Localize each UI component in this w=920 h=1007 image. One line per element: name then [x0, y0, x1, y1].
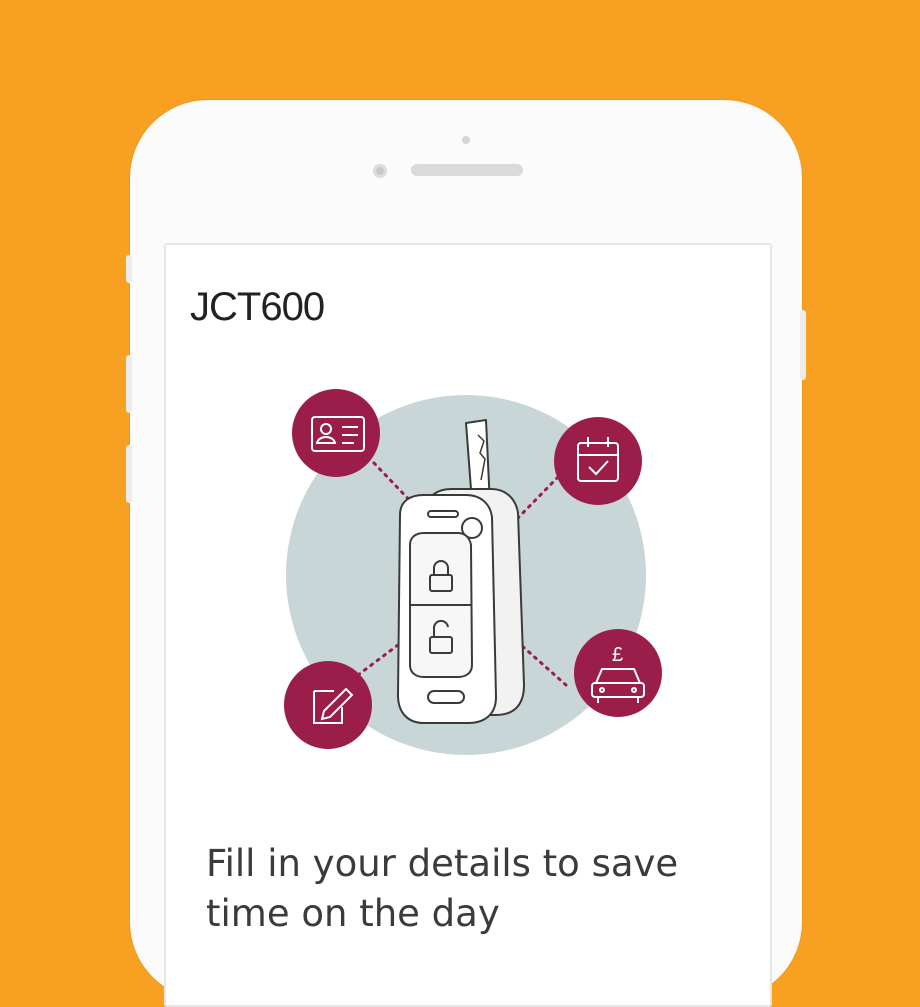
front-camera	[373, 164, 387, 178]
svg-text:£: £	[612, 644, 623, 666]
app-screen: JCT600 £ Fill in your details to save ti…	[164, 243, 772, 1007]
phone-power-button	[800, 310, 806, 380]
phone-silent-switch	[126, 255, 132, 283]
id-card-badge	[292, 389, 380, 477]
phone-volume-up	[126, 355, 132, 413]
edit-document-badge	[284, 661, 372, 749]
earpiece-speaker	[411, 164, 523, 176]
car-key-illustration: £	[284, 389, 662, 755]
phone-volume-down	[126, 445, 132, 503]
phone-frame: JCT600 £ Fill in your details to save ti…	[126, 100, 806, 1007]
pound-car-badge: £	[574, 629, 662, 717]
proximity-sensor	[462, 136, 470, 144]
calendar-badge	[554, 417, 642, 505]
onboarding-headline: Fill in your details to save time on the…	[206, 842, 679, 935]
